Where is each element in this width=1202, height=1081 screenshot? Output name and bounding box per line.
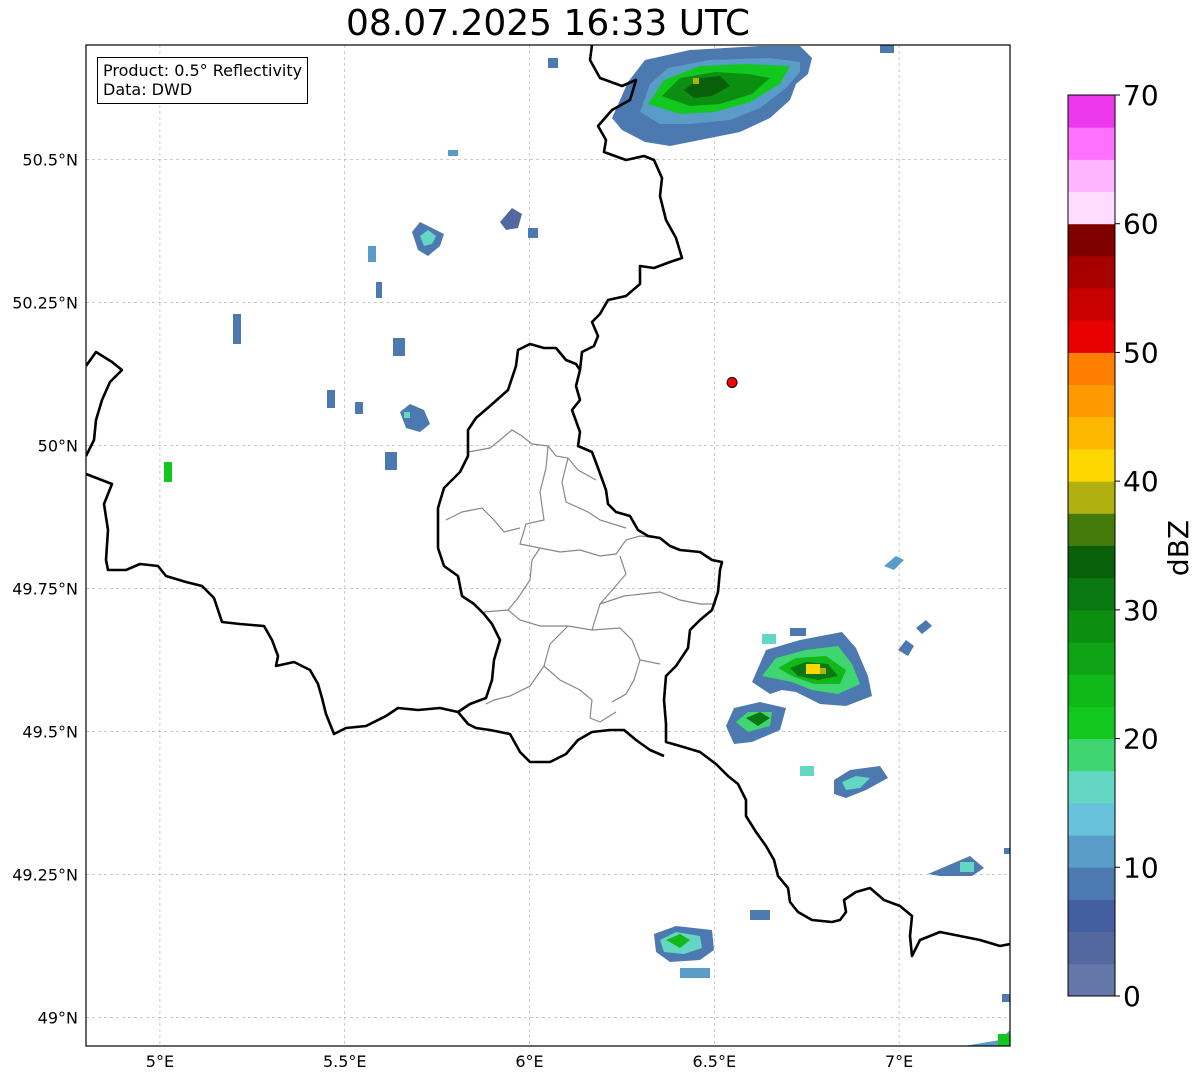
colorbar-segment (1068, 352, 1115, 386)
colorbar-segment (1068, 513, 1115, 546)
colorbar-segment (1068, 738, 1115, 772)
colorbar-tick-label: 10 (1123, 851, 1159, 884)
colorbar-segment (1068, 609, 1115, 643)
lon-tick-label: 5°E (146, 1052, 174, 1071)
colorbar-segment (1068, 288, 1115, 321)
lon-tick-label: 6°E (515, 1052, 543, 1071)
colorbar-segment (1068, 545, 1115, 579)
colorbar-segment (1068, 223, 1115, 257)
colorbar (1067, 94, 1116, 997)
borders (86, 45, 1010, 958)
colorbar-segment (1068, 867, 1115, 900)
lon-tick-label: 5.5°E (323, 1052, 367, 1071)
radar-site-layer (726, 376, 738, 388)
info-box: Product: 0.5° Reflectivity Data: DWD (97, 57, 309, 104)
colorbar-segment (1068, 642, 1115, 675)
colorbar-segment (1068, 577, 1115, 611)
colorbar-segment (1068, 802, 1115, 836)
lat-tick-label: 49.5°N (22, 722, 78, 741)
colorbar-tick-label: 0 (1123, 980, 1141, 1013)
colorbar-segment (1068, 963, 1115, 997)
colorbar-segment (1068, 127, 1115, 160)
colorbar-segment (1068, 931, 1115, 965)
canton-borders (445, 429, 716, 723)
colorbar-label: dBZ (1162, 520, 1195, 576)
colorbar-segment (1068, 481, 1115, 514)
lat-tick-label: 49.25°N (12, 865, 78, 884)
product-label: Product: 0.5° Reflectivity (103, 61, 303, 80)
colorbar-tick-label: 60 (1123, 208, 1159, 241)
lon-tick-label: 7°E (885, 1052, 913, 1071)
national-borders (86, 45, 1010, 958)
gridlines (86, 45, 1010, 1046)
colorbar-segment (1068, 255, 1115, 289)
echo-cluster-southeast (726, 556, 1010, 1046)
colorbar-tick-label: 40 (1123, 465, 1159, 498)
colorbar-tick-label: 70 (1123, 79, 1159, 112)
colorbar-segment (1068, 159, 1115, 193)
colorbar-segment (1068, 416, 1115, 450)
lat-tick-label: 50.5°N (22, 150, 78, 169)
colorbar-segment (1068, 320, 1115, 353)
longitude-tick-labels: 5°E 5.5°E 6°E 6.5°E 7°E (146, 1052, 913, 1071)
data-source-label: Data: DWD (103, 80, 193, 99)
colorbar-segment (1068, 191, 1115, 225)
colorbar-segment (1068, 706, 1115, 740)
colorbar-segment (1068, 674, 1115, 707)
lat-tick-label: 50.25°N (12, 293, 78, 312)
lat-tick-label: 49.75°N (12, 579, 78, 598)
lon-tick-label: 6.5°E (693, 1052, 737, 1071)
colorbar-tick-label: 30 (1123, 594, 1159, 627)
latitude-tick-labels: 49°N 49.25°N 49.5°N 49.75°N 50°N 50.25°N 50.5°… (12, 150, 78, 1027)
radar-echoes (164, 45, 1010, 1046)
colorbar-tick-label: 20 (1123, 723, 1159, 756)
lat-tick-label: 50°N (38, 436, 78, 455)
colorbar-segment (1068, 448, 1115, 482)
radar-site-marker (726, 376, 738, 388)
colorbar-segment (1068, 770, 1115, 804)
colorbar-segment (1068, 835, 1115, 868)
echo-cluster-northwest (164, 150, 538, 482)
colorbar-segment (1068, 899, 1115, 933)
echo-cell-south (654, 910, 770, 978)
lat-tick-label: 49°N (38, 1008, 78, 1027)
map-frame (85, 44, 1011, 1047)
colorbar-segment (1068, 384, 1115, 418)
colorbar-tick-labels: 0 10 20 30 40 50 60 70 (1115, 79, 1159, 1013)
colorbar-tick-label: 50 (1123, 336, 1159, 369)
radar-map-figure: 49°N 49.25°N 49.5°N 49.75°N 50°N 50.25°N 50.5°… (12, 44, 1195, 1071)
colorbar-segment (1068, 95, 1115, 128)
